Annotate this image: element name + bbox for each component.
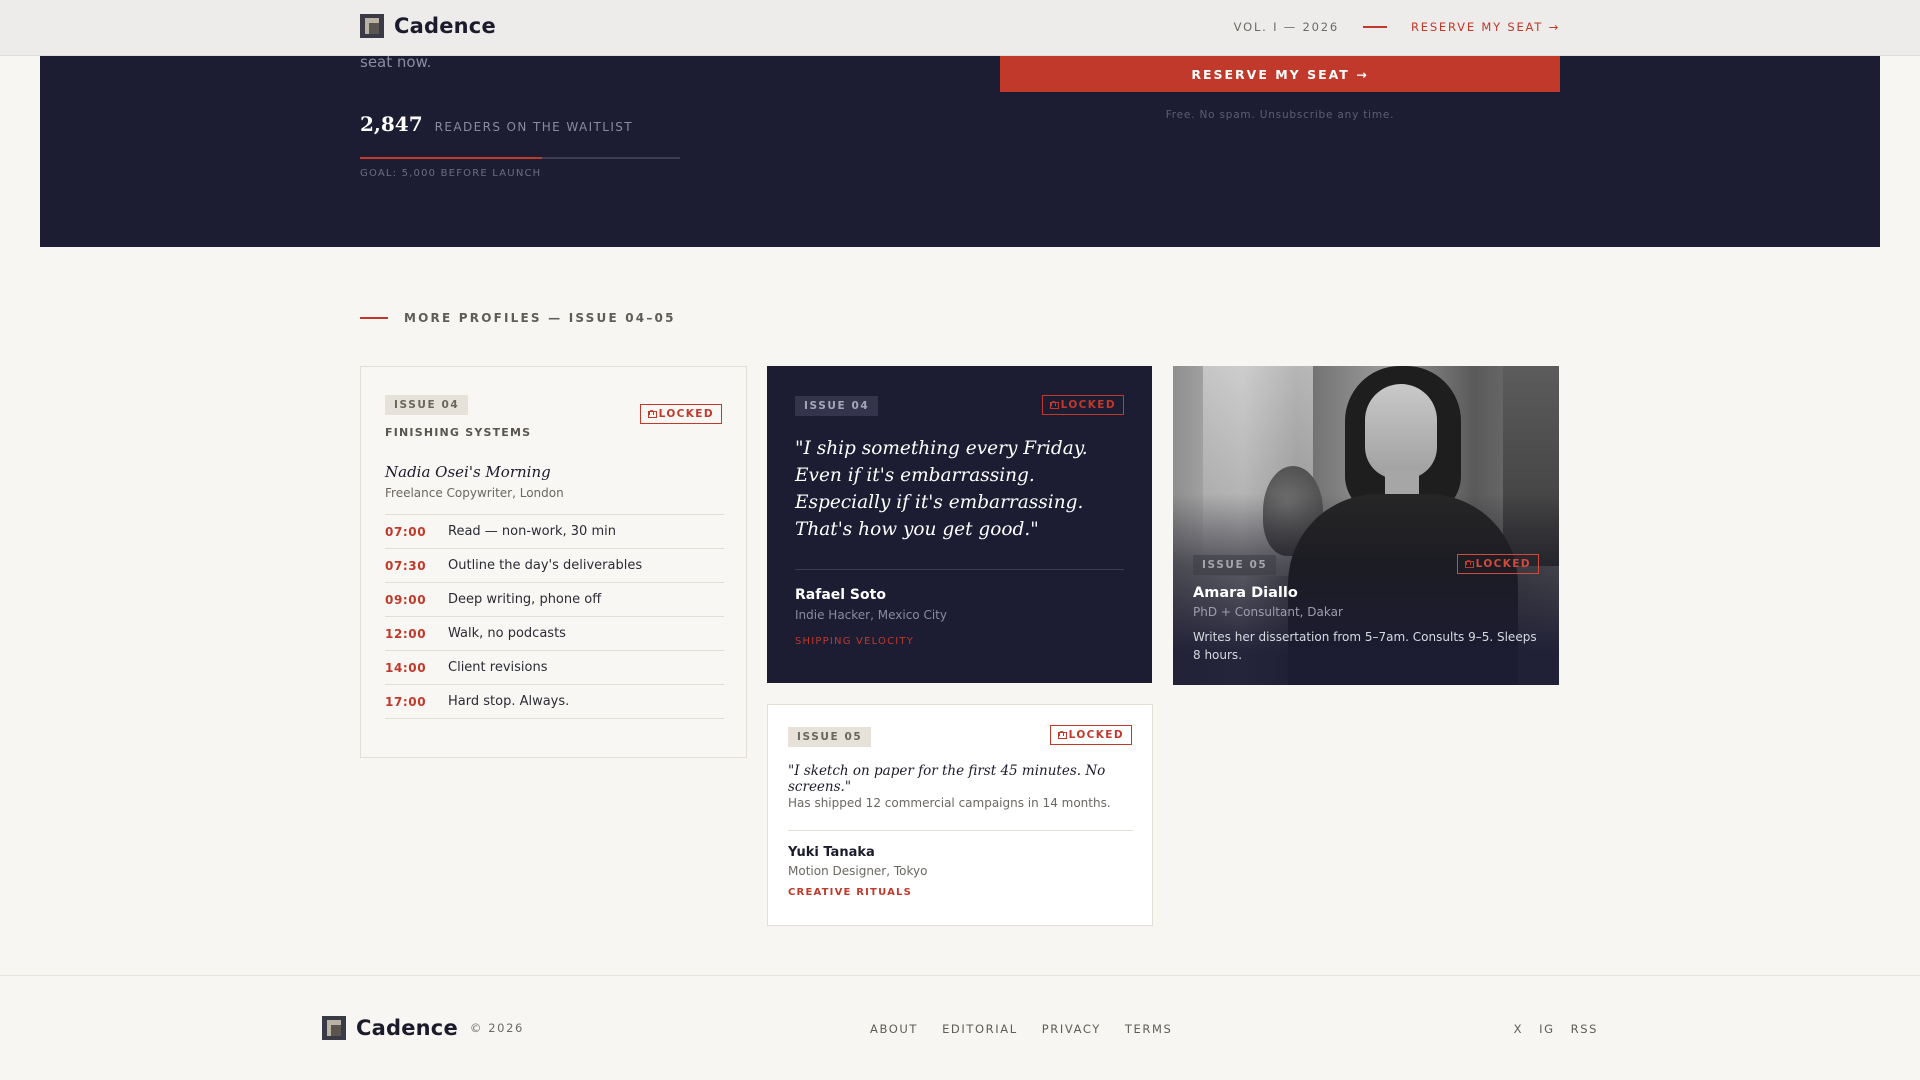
header-nav: VOL. I — 2026 RESERVE MY SEAT → bbox=[1234, 20, 1560, 34]
schedule-task: Read — non-work, 30 min bbox=[448, 524, 616, 539]
signup-hero bbox=[40, 56, 1880, 247]
locked-label: LOCKED bbox=[1475, 558, 1531, 570]
profile-name: Rafael Soto bbox=[795, 587, 886, 603]
schedule-row: 14:00 Client revisions bbox=[385, 651, 724, 685]
footer-link-privacy[interactable]: PRIVACY bbox=[1042, 1022, 1101, 1036]
reserve-seat-button[interactable]: RESERVE MY SEAT → bbox=[1000, 56, 1560, 92]
footer-brand[interactable]: Cadence © 2026 bbox=[322, 1016, 524, 1040]
waitlist-progress-fill bbox=[360, 157, 543, 159]
section-title: MORE PROFILES — ISSUE 04–05 bbox=[404, 311, 676, 325]
social-link-x[interactable]: X bbox=[1514, 1022, 1523, 1036]
schedule-list: 07:00 Read — non-work, 30 min 07:30 Outlin… bbox=[385, 514, 724, 719]
reserve-seat-link[interactable]: RESERVE MY SEAT → bbox=[1411, 20, 1560, 34]
locked-badge: LOCKED bbox=[639, 404, 722, 424]
waitlist-progress-bar bbox=[360, 157, 680, 159]
footer-link-editorial[interactable]: EDITORIAL bbox=[942, 1022, 1018, 1036]
schedule-task: Hard stop. Always. bbox=[448, 694, 570, 709]
schedule-row: 12:00 Walk, no podcasts bbox=[385, 617, 724, 651]
issue-badge: ISSUE 05 bbox=[788, 727, 872, 747]
locked-label: LOCKED bbox=[658, 408, 714, 420]
locked-badge: LOCKED bbox=[1049, 725, 1132, 745]
header-brand[interactable]: Cadence bbox=[360, 14, 496, 38]
cadence-logo-icon bbox=[322, 1016, 346, 1040]
schedule-time: 17:00 bbox=[385, 694, 427, 709]
profile-role: Motion Designer, Tokyo bbox=[788, 864, 928, 878]
footer-brand-name: Cadence bbox=[356, 1016, 458, 1040]
profile-tag: CREATIVE RITUALS bbox=[788, 887, 912, 898]
locked-badge: LOCKED bbox=[1456, 554, 1539, 574]
card-description: Has shipped 12 commercial campaigns in 1… bbox=[788, 796, 1111, 810]
brand-name: Cadence bbox=[394, 14, 496, 38]
section-divider bbox=[360, 317, 388, 319]
cta-note: Free. No spam. Unsubscribe any time. bbox=[1165, 109, 1395, 121]
profile-role: PhD + Consultant, Dakar bbox=[1193, 605, 1343, 619]
locked-label: LOCKED bbox=[1060, 399, 1116, 411]
footer-link-about[interactable]: ABOUT bbox=[870, 1022, 918, 1036]
card-theme: FINISHING SYSTEMS bbox=[385, 426, 532, 439]
card-title: Nadia Osei's Morning bbox=[385, 463, 551, 481]
profile-name: Amara Diallo bbox=[1193, 585, 1298, 601]
schedule-time: 07:00 bbox=[385, 524, 427, 539]
schedule-time: 12:00 bbox=[385, 626, 427, 641]
profile-description: Writes her dissertation from 5–7am. Cons… bbox=[1193, 630, 1537, 662]
profile-tag: SHIPPING VELOCITY bbox=[795, 636, 915, 647]
card-quote: "I sketch on paper for the first 45 minu… bbox=[788, 763, 1106, 795]
volume-label: VOL. I — 2026 bbox=[1233, 20, 1339, 34]
issue-badge: ISSUE 05 bbox=[1193, 555, 1277, 575]
profile-card-rafael[interactable]: ISSUE 04 LOCKED "I ship something every … bbox=[767, 366, 1152, 683]
profile-role: Indie Hacker, Mexico City bbox=[795, 608, 947, 622]
lock-icon bbox=[1057, 731, 1067, 739]
site-footer: Cadence © 2026 ABOUT EDITORIAL PRIVACY T… bbox=[0, 975, 1920, 1080]
waitlist-goal: GOAL: 5,000 BEFORE LAUNCH bbox=[360, 168, 542, 179]
locked-badge: LOCKED bbox=[1041, 395, 1124, 415]
profile-card-yuki[interactable]: ISSUE 05 LOCKED "I sketch on paper for t… bbox=[767, 704, 1153, 926]
schedule-row: 07:30 Outline the day's deliverables bbox=[385, 549, 724, 583]
header-divider bbox=[1362, 26, 1387, 28]
lock-icon bbox=[1464, 560, 1474, 568]
schedule-time: 14:00 bbox=[385, 660, 427, 675]
card-divider bbox=[795, 569, 1124, 570]
waitlist-label: READERS ON THE WAITLIST bbox=[434, 120, 634, 134]
schedule-time: 09:00 bbox=[385, 592, 427, 607]
schedule-task: Walk, no podcasts bbox=[448, 626, 566, 641]
profile-card-nadia[interactable]: ISSUE 04 LOCKED FINISHING SYSTEMS Nadia … bbox=[360, 366, 747, 758]
schedule-task: Deep writing, phone off bbox=[448, 592, 602, 607]
locked-label: LOCKED bbox=[1068, 729, 1124, 741]
card-quote: "I ship something every Friday. Even if … bbox=[795, 438, 1088, 540]
waitlist-count: 2,847 bbox=[360, 112, 423, 136]
footer-link-terms[interactable]: TERMS bbox=[1125, 1022, 1173, 1036]
profile-name: Yuki Tanaka bbox=[788, 845, 875, 860]
schedule-row: 09:00 Deep writing, phone off bbox=[385, 583, 724, 617]
schedule-time: 07:30 bbox=[385, 558, 427, 573]
card-divider bbox=[788, 830, 1133, 831]
schedule-row: 17:00 Hard stop. Always. bbox=[385, 685, 724, 719]
social-link-rss[interactable]: RSS bbox=[1571, 1022, 1598, 1036]
issue-badge: ISSUE 04 bbox=[385, 395, 469, 415]
schedule-task: Outline the day's deliverables bbox=[448, 558, 643, 573]
lock-icon bbox=[647, 410, 657, 418]
cadence-logo-icon bbox=[360, 14, 384, 38]
schedule-row: 07:00 Read — non-work, 30 min bbox=[385, 515, 724, 549]
section-heading: MORE PROFILES — ISSUE 04–05 bbox=[360, 311, 676, 325]
footer-social: X IG RSS bbox=[1514, 1022, 1598, 1036]
site-header bbox=[0, 0, 1920, 56]
footer-copyright: © 2026 bbox=[469, 1021, 524, 1035]
issue-badge: ISSUE 04 bbox=[795, 396, 879, 416]
waitlist-counter: 2,847 READERS ON THE WAITLIST bbox=[360, 112, 633, 136]
schedule-task: Client revisions bbox=[448, 660, 548, 675]
profile-card-amara[interactable]: ISSUE 05 LOCKED Amara Diallo PhD + Consu… bbox=[1173, 366, 1559, 685]
social-link-instagram[interactable]: IG bbox=[1539, 1022, 1555, 1036]
lock-icon bbox=[1049, 401, 1059, 409]
footer-nav: ABOUT EDITORIAL PRIVACY TERMS bbox=[870, 1022, 1172, 1036]
card-subtitle: Freelance Copywriter, London bbox=[385, 486, 564, 500]
